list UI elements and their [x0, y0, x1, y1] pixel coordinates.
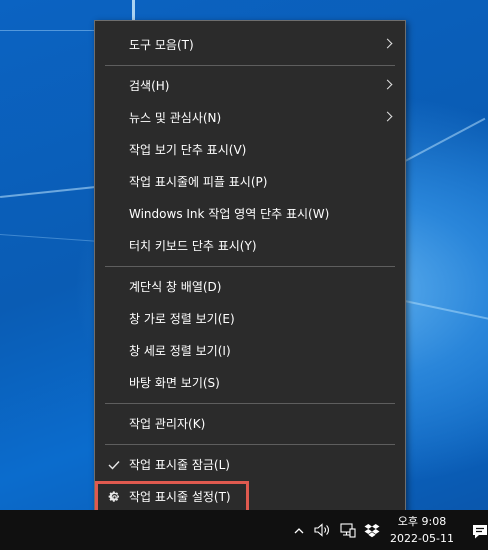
menu-item-show-windows-side-by-side[interactable]: 창 세로 정렬 보기(I) — [95, 335, 405, 367]
speaker-icon[interactable] — [312, 510, 332, 550]
menu-item-label: 검색(H) — [129, 79, 170, 93]
menu-item-task-manager[interactable]: 작업 관리자(K) — [95, 408, 405, 440]
menu-item-search[interactable]: 검색(H) — [95, 70, 405, 102]
menu-item-show-people[interactable]: 작업 표시줄에 피플 표시(P) — [95, 166, 405, 198]
menu-item-show-windows-ink-button[interactable]: Windows Ink 작업 영역 단추 표시(W) — [95, 198, 405, 230]
menu-separator — [105, 403, 395, 404]
chevron-up-icon[interactable] — [292, 510, 306, 550]
menu-item-show-touch-keyboard-button[interactable]: 터치 키보드 단추 표시(Y) — [95, 230, 405, 262]
menu-item-label: 작업 표시줄에 피플 표시(P) — [129, 175, 268, 189]
wallpaper-light-ray — [0, 30, 95, 31]
menu-item-label: 뉴스 및 관심사(N) — [129, 111, 222, 125]
chevron-right-icon — [382, 79, 393, 90]
checkmark-icon — [105, 449, 123, 481]
wallpaper-light-ray — [132, 0, 135, 20]
menu-item-label: 계단식 창 배열(D) — [129, 280, 222, 294]
menu-item-label: 창 세로 정렬 보기(I) — [129, 344, 231, 358]
menu-item-toolbars[interactable]: 도구 모음(T) — [95, 29, 405, 61]
menu-item-label: 작업 표시줄 설정(T) — [129, 490, 231, 504]
menu-item-label: 작업 표시줄 잠금(L) — [129, 458, 230, 472]
gear-icon — [105, 481, 123, 513]
menu-item-show-desktop[interactable]: 바탕 화면 보기(S) — [95, 367, 405, 399]
menu-item-label: 작업 보기 단추 표시(V) — [129, 143, 247, 157]
menu-separator — [105, 65, 395, 66]
menu-item-news-and-interests[interactable]: 뉴스 및 관심사(N) — [95, 102, 405, 134]
menu-item-label: Windows Ink 작업 영역 단추 표시(W) — [129, 207, 330, 221]
taskbar-context-menu: 도구 모음(T) 검색(H) 뉴스 및 관심사(N) 작업 보기 단추 표시(V… — [94, 20, 406, 520]
clock-time: 오후 9:08 — [397, 515, 447, 528]
dropbox-icon[interactable] — [362, 510, 382, 550]
menu-item-label: 바탕 화면 보기(S) — [129, 376, 220, 390]
menu-item-taskbar-settings[interactable]: 작업 표시줄 설정(T) — [95, 481, 249, 513]
menu-item-cascade-windows[interactable]: 계단식 창 배열(D) — [95, 271, 405, 303]
taskbar[interactable]: 오후 9:08 2022-05-11 — [0, 510, 488, 550]
menu-item-label: 창 가로 정렬 보기(E) — [129, 312, 235, 326]
wallpaper-light-ray — [405, 117, 486, 162]
menu-item-show-task-view-button[interactable]: 작업 보기 단추 표시(V) — [95, 134, 405, 166]
menu-separator — [105, 444, 395, 445]
menu-item-show-windows-stacked[interactable]: 창 가로 정렬 보기(E) — [95, 303, 405, 335]
menu-item-lock-taskbar[interactable]: 작업 표시줄 잠금(L) — [95, 449, 405, 481]
network-icon[interactable] — [338, 510, 358, 550]
menu-separator — [105, 266, 395, 267]
menu-item-label: 도구 모음(T) — [129, 38, 194, 52]
menu-item-label: 터치 키보드 단추 표시(Y) — [129, 239, 257, 253]
chevron-right-icon — [382, 38, 393, 49]
chevron-right-icon — [382, 111, 393, 122]
taskbar-clock[interactable]: 오후 9:08 2022-05-11 — [384, 513, 460, 549]
menu-item-label: 작업 관리자(K) — [129, 417, 206, 431]
notification-icon[interactable] — [472, 524, 488, 542]
wallpaper-light-ray — [404, 300, 488, 321]
clock-date: 2022-05-11 — [390, 532, 454, 545]
